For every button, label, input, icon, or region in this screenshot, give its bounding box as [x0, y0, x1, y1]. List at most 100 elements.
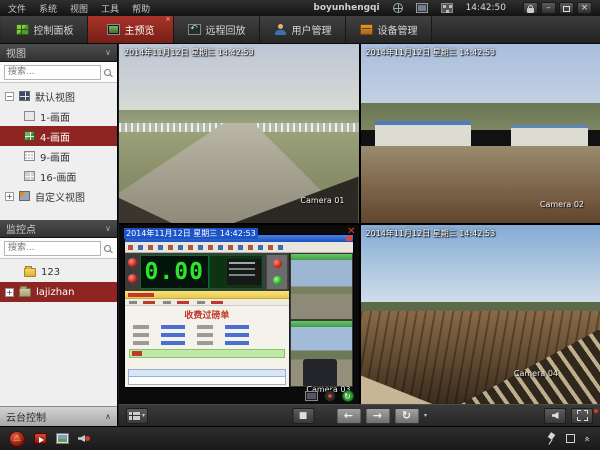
- collapse-panel-button[interactable]: »: [583, 435, 593, 441]
- form-field-row: [133, 333, 281, 337]
- red-lamp-icon: [273, 259, 282, 268]
- lock-icon: [527, 8, 534, 13]
- maximize-button[interactable]: [559, 2, 574, 14]
- tree-item-1-screen[interactable]: 1-画面: [0, 106, 117, 126]
- scene-building: [375, 121, 471, 146]
- chevron-down-icon: ∨: [105, 224, 111, 233]
- audio-fullscreen-controls: [544, 408, 593, 424]
- tab-label: 控制面板: [34, 22, 74, 37]
- monitor-status-icon[interactable]: [416, 3, 428, 13]
- video-pane-4[interactable]: 2014年11月12日 星期三 14:42:53 Camera 04: [361, 225, 600, 404]
- tree-item-label: 自定义视图: [35, 189, 85, 204]
- mute-button[interactable]: [544, 408, 566, 424]
- ptz-panel-header[interactable]: 云台控制 ∧: [0, 406, 117, 426]
- expand-toggle[interactable]: +: [5, 192, 14, 201]
- stop-all-button[interactable]: ■: [292, 408, 314, 424]
- tree-item-label: 默认视图: [35, 89, 75, 104]
- tab-label: 远程回放: [206, 22, 246, 37]
- captured-app-toolbar: [125, 242, 353, 253]
- video-pane-3[interactable]: 0.00 收费过磅单: [119, 225, 359, 404]
- minimize-button[interactable]: –: [541, 2, 556, 14]
- device-icon: [360, 24, 373, 35]
- status-bar: ⚠ »: [0, 426, 600, 450]
- layout-select-button[interactable]: ▾: [126, 408, 148, 424]
- view-panel-header[interactable]: 视图 ∨: [0, 44, 117, 62]
- record-button[interactable]: [324, 390, 336, 402]
- red-lamp-icon: [128, 274, 137, 283]
- custom-view-icon: [19, 191, 30, 201]
- monitor-panel-header[interactable]: 监控点 ∨: [0, 220, 117, 238]
- tree-item-16-screen[interactable]: 16-画面: [0, 166, 117, 186]
- monitor-search-row: [0, 238, 117, 259]
- tree-item-custom-view[interactable]: + 自定义视图: [0, 186, 117, 206]
- view-search-input[interactable]: [4, 65, 101, 80]
- app-window: 文件 系统 视图 工具 帮助 boyunhengqi 14:42:50 – × …: [0, 0, 600, 450]
- layout-16-icon: [24, 171, 35, 181]
- close-button[interactable]: ×: [577, 2, 592, 14]
- alarm-event-button[interactable]: ⚠: [9, 431, 25, 447]
- captured-screen: 0.00 收费过磅单: [124, 234, 354, 388]
- menu-system[interactable]: 系统: [39, 2, 57, 15]
- tab-close-icon[interactable]: ×: [165, 16, 171, 23]
- tree-item-4-screen[interactable]: 4-画面: [0, 126, 117, 146]
- collapse-toggle[interactable]: −: [5, 92, 14, 101]
- video-pane-1[interactable]: 2014年11月12日 星期三 14:42:53 Camera 01: [119, 44, 359, 223]
- video-pane-2[interactable]: 2014年11月12日 星期三 14:42:53 Camera 02: [361, 44, 600, 223]
- next-page-button[interactable]: →: [365, 408, 390, 424]
- tree-item-default-view[interactable]: − 默认视图: [0, 86, 117, 106]
- pane-close-button[interactable]: ✕: [347, 226, 355, 237]
- form-field-row: [133, 325, 281, 329]
- tab-control-panel[interactable]: 控制面板: [2, 16, 88, 43]
- pin-icon[interactable]: [546, 433, 556, 445]
- form-toolbar: [125, 299, 289, 306]
- fullscreen-button[interactable]: [571, 408, 593, 424]
- tab-device-management[interactable]: 设备管理: [346, 16, 432, 43]
- caret-down-icon[interactable]: ▾: [424, 412, 427, 419]
- search-icon[interactable]: [104, 69, 111, 76]
- menu-view[interactable]: 视图: [70, 2, 88, 15]
- chevron-up-icon: ∧: [105, 412, 111, 421]
- username-label: boyunhengqi: [313, 3, 379, 13]
- screen-capture-icon[interactable]: [305, 391, 318, 401]
- ptz-panel-title: 云台控制: [6, 409, 46, 424]
- tree-item-9-screen[interactable]: 9-画面: [0, 146, 117, 166]
- auto-switch-button[interactable]: ↻: [394, 408, 419, 424]
- playback-icon: ↶: [188, 24, 201, 35]
- tab-user-management[interactable]: 用户管理: [260, 16, 346, 43]
- expand-toggle[interactable]: +: [5, 288, 14, 297]
- view-panel-title: 视图: [6, 45, 26, 60]
- layout-grid-icon: [129, 412, 140, 420]
- scene-building: [511, 125, 588, 146]
- speaker-icon: [552, 412, 559, 419]
- menu-help[interactable]: 帮助: [132, 2, 150, 15]
- fullscreen-icon: [577, 410, 588, 421]
- osd-camera-name: Camera 02: [540, 200, 584, 209]
- previous-page-button[interactable]: ←: [336, 408, 361, 424]
- maximize-icon: [563, 6, 570, 12]
- tree-item-group-lajizhan[interactable]: + lajizhan: [0, 282, 117, 302]
- form-tab-strip: [125, 291, 289, 299]
- search-icon[interactable]: [104, 245, 111, 252]
- lock-button[interactable]: [523, 2, 538, 14]
- form-highlight-row: [129, 349, 285, 358]
- tab-bar: 控制面板 主预览 × ↶ 远程回放 用户管理 设备管理: [0, 16, 600, 44]
- restore-panel-icon[interactable]: [566, 434, 575, 443]
- tab-remote-playback[interactable]: ↶ 远程回放: [174, 16, 260, 43]
- tree-item-group-123[interactable]: 123: [0, 262, 117, 282]
- preview-monitor-icon: [107, 24, 120, 35]
- tab-main-preview[interactable]: 主预览 ×: [88, 16, 174, 43]
- sidebar: 视图 ∨ − 默认视图 1-画面 4-画面 9-画面: [0, 44, 118, 426]
- red-lamp-icon: [128, 258, 137, 267]
- audio-alarm-icon[interactable]: [78, 433, 91, 444]
- captured-weighing-form: 收费过磅单: [125, 291, 289, 387]
- network-status-icon[interactable]: [441, 3, 453, 13]
- refresh-button[interactable]: ↻: [342, 390, 354, 402]
- globe-icon[interactable]: [393, 3, 403, 13]
- menu-tools[interactable]: 工具: [101, 2, 119, 15]
- picture-log-icon[interactable]: [56, 433, 69, 444]
- alarm-log-icon[interactable]: [34, 433, 47, 444]
- control-panel-icon: [16, 24, 29, 35]
- user-icon: [274, 24, 287, 35]
- menu-file[interactable]: 文件: [8, 2, 26, 15]
- monitor-search-input[interactable]: [4, 241, 101, 256]
